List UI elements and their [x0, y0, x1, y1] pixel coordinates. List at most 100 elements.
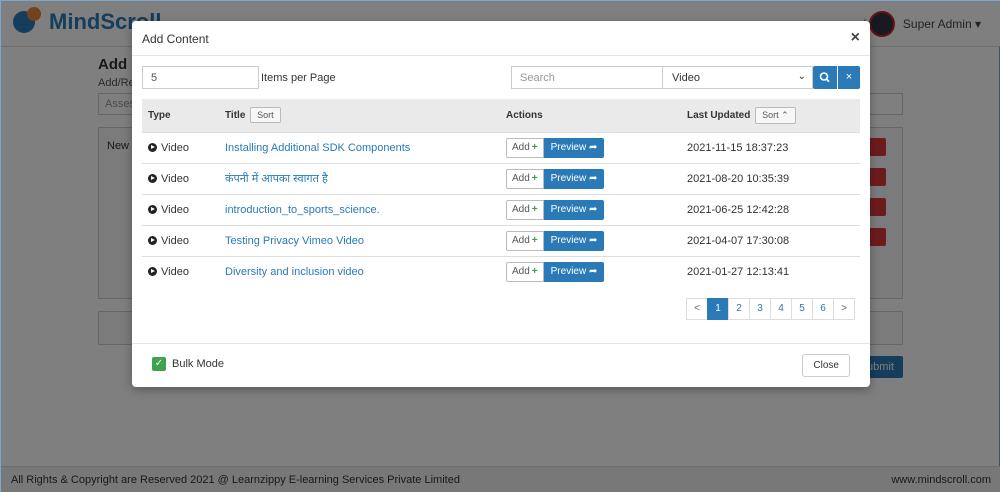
row-last-updated: 2021-11-15 18:37:23: [681, 131, 860, 163]
table-row: Video Testing Privacy Vimeo Video Add + P…: [142, 224, 860, 256]
modal-footer: ✓ Bulk Mode Close: [132, 343, 870, 387]
type-cell: Video: [142, 224, 219, 256]
add-button[interactable]: Add +: [506, 137, 544, 158]
close-button[interactable]: Close: [802, 354, 850, 377]
sort-title-button[interactable]: Sort: [250, 107, 281, 124]
modal-title: Add Content: [142, 32, 209, 46]
search-input[interactable]: Search: [511, 66, 663, 89]
row-type: Video: [161, 234, 189, 247]
title-cell: कंपनी में आपका स्वागत है: [219, 162, 500, 194]
type-cell: Video: [142, 255, 219, 287]
play-icon: [148, 205, 157, 214]
plus-icon: +: [531, 234, 538, 246]
preview-button[interactable]: Preview ➦: [543, 199, 605, 220]
share-arrow-icon: ➦: [589, 141, 598, 153]
pagination-next[interactable]: >: [833, 298, 855, 320]
add-button[interactable]: Add +: [506, 168, 544, 189]
preview-label: Preview: [550, 141, 587, 153]
add-label: Add: [512, 141, 530, 153]
content-type-select[interactable]: Video ⌄: [662, 66, 813, 89]
plus-icon: +: [531, 172, 538, 184]
pagination-page[interactable]: 5: [791, 298, 813, 320]
table-row: Video introduction_to_sports_science. Ad…: [142, 193, 860, 225]
column-last-updated: Last Updated Sort ⌃: [681, 99, 860, 132]
add-label: Add: [512, 234, 530, 246]
share-arrow-icon: ➦: [589, 265, 598, 277]
items-per-page-label: Items per Page: [261, 72, 336, 84]
row-type: Video: [161, 172, 189, 185]
row-last-updated: 2021-04-07 17:30:08: [681, 224, 860, 256]
column-type: Type: [148, 109, 171, 121]
pagination-page[interactable]: 3: [749, 298, 771, 320]
title-cell: Testing Privacy Vimeo Video: [219, 224, 500, 256]
items-per-page-input[interactable]: 5: [142, 66, 259, 89]
table-row: Video Diversity and inclusion video Add +…: [142, 255, 860, 287]
preview-label: Preview: [550, 172, 587, 184]
pagination-prev[interactable]: <: [686, 298, 708, 320]
column-title: Title Sort: [219, 99, 500, 132]
preview-button[interactable]: Preview ➦: [543, 137, 605, 158]
row-type: Video: [161, 265, 189, 278]
add-label: Add: [512, 265, 530, 277]
add-button[interactable]: Add +: [506, 230, 544, 251]
plus-icon: +: [531, 141, 538, 153]
title-cell: introduction_to_sports_science.: [219, 193, 500, 225]
add-content-modal: Add Content × 5 Items per Page Search Vi…: [132, 21, 870, 387]
play-icon: [148, 267, 157, 277]
row-type: Video: [161, 203, 189, 216]
add-label: Add: [512, 172, 530, 184]
row-type: Video: [161, 141, 189, 154]
actions-cell: Add + Preview ➦: [500, 224, 681, 256]
row-title-link[interactable]: Testing Privacy Vimeo Video: [225, 235, 364, 247]
search-button[interactable]: [813, 66, 837, 89]
close-icon[interactable]: ×: [851, 29, 860, 47]
add-button[interactable]: Add +: [506, 261, 544, 282]
play-icon: [148, 143, 157, 152]
row-title-link[interactable]: कंपनी में आपका स्वागत है: [225, 173, 328, 185]
checkbox-checked-icon[interactable]: ✓: [152, 357, 166, 371]
filter-controls: 5 Items per Page Search Video ⌄ ×: [142, 66, 860, 90]
play-icon: [148, 236, 157, 245]
type-cell: Video: [142, 193, 219, 225]
content-table: Type Title Sort Actions Last Updated Sor…: [142, 99, 860, 287]
play-icon: [148, 174, 157, 183]
actions-cell: Add + Preview ➦: [500, 255, 681, 287]
modal-header: Add Content ×: [132, 21, 870, 56]
bulk-mode-label: Bulk Mode: [172, 358, 224, 370]
preview-label: Preview: [550, 265, 587, 277]
row-title-link[interactable]: Installing Additional SDK Components: [225, 142, 410, 154]
preview-button[interactable]: Preview ➦: [543, 261, 605, 282]
table-header-row: Type Title Sort Actions Last Updated Sor…: [142, 99, 860, 132]
title-cell: Diversity and inclusion video: [219, 255, 500, 287]
actions-cell: Add + Preview ➦: [500, 131, 681, 163]
pagination-page[interactable]: 6: [812, 298, 834, 320]
plus-icon: +: [531, 265, 538, 277]
share-arrow-icon: ➦: [589, 172, 598, 184]
pagination: <1 2 3 4 5 6 >: [686, 298, 855, 320]
actions-cell: Add + Preview ➦: [500, 193, 681, 225]
plus-icon: +: [531, 203, 538, 215]
add-button[interactable]: Add +: [506, 199, 544, 220]
clear-search-button[interactable]: ×: [838, 66, 860, 89]
pagination-page[interactable]: 1: [707, 298, 729, 320]
chevron-down-icon: ⌄: [797, 71, 806, 82]
type-cell: Video: [142, 131, 219, 163]
pagination-page[interactable]: 4: [770, 298, 792, 320]
share-arrow-icon: ➦: [589, 234, 598, 246]
row-title-link[interactable]: introduction_to_sports_science.: [225, 204, 380, 216]
sort-last-updated-button[interactable]: Sort ⌃: [755, 106, 796, 124]
row-title-link[interactable]: Diversity and inclusion video: [225, 266, 364, 278]
row-last-updated: 2021-06-25 12:42:28: [681, 193, 860, 225]
bulk-mode-toggle[interactable]: ✓ Bulk Mode: [152, 357, 224, 371]
share-arrow-icon: ➦: [589, 203, 598, 215]
preview-button[interactable]: Preview ➦: [543, 168, 605, 189]
column-last-updated-label: Last Updated: [687, 109, 751, 121]
pagination-page[interactable]: 2: [728, 298, 750, 320]
row-last-updated: 2021-01-27 12:13:41: [681, 255, 860, 287]
actions-cell: Add + Preview ➦: [500, 162, 681, 194]
row-last-updated: 2021-08-20 10:35:39: [681, 162, 860, 194]
column-title-label: Title: [225, 110, 246, 122]
preview-button[interactable]: Preview ➦: [543, 230, 605, 251]
add-label: Add: [512, 203, 530, 215]
preview-label: Preview: [550, 203, 587, 215]
